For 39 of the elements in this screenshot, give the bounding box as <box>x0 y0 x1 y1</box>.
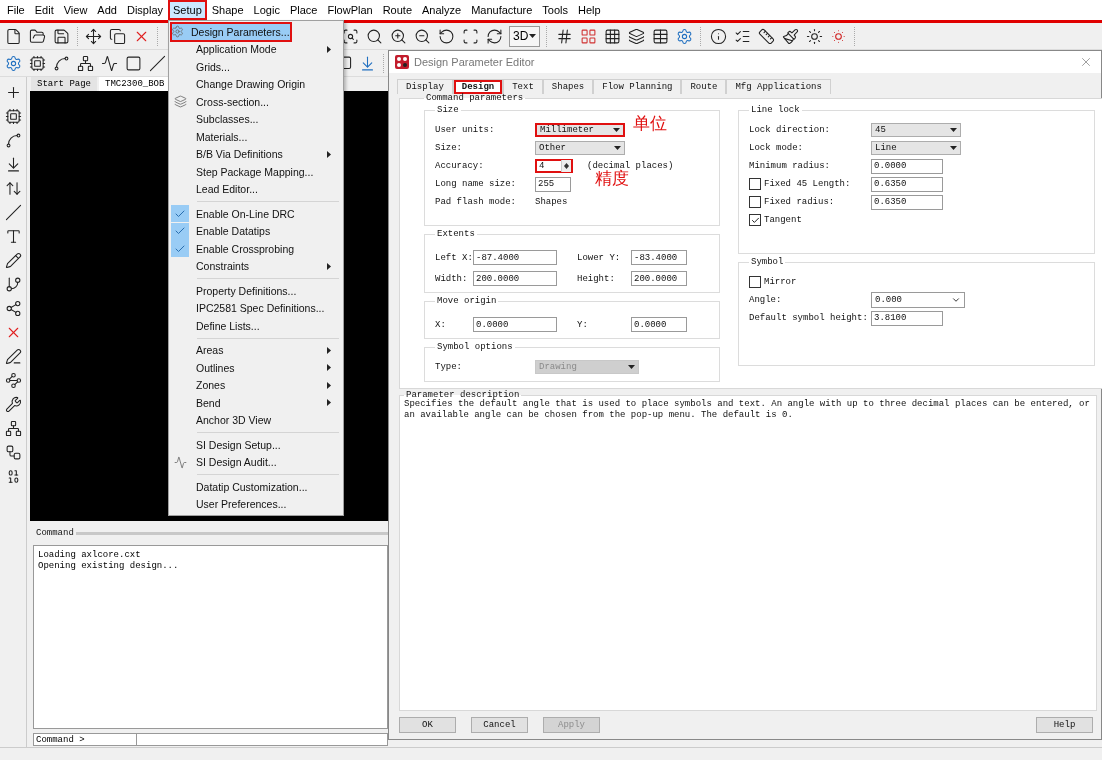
group-title: Size <box>436 106 460 114</box>
field-label: User units: <box>435 125 496 135</box>
field-label: Long name size: <box>435 179 517 189</box>
console-line: Opening existing design... <box>38 561 180 572</box>
unit-hint: (decimal places) <box>587 161 674 171</box>
group-title: Extents <box>436 230 476 238</box>
field-label: Lock direction: <box>749 125 831 135</box>
section-title: Command parameters <box>425 94 525 102</box>
panel-title: Command <box>36 528 74 538</box>
field-label: Accuracy: <box>435 161 485 171</box>
section-title: Parameter description <box>406 391 521 399</box>
checkbox-label: Tangent <box>764 215 802 225</box>
field-label: Height: <box>577 273 616 284</box>
field-label: Type: <box>435 362 463 372</box>
field-label: Y: <box>577 319 589 330</box>
field-label: X: <box>435 319 447 330</box>
console-line: Loading axlcore.cxt <box>38 550 142 561</box>
field-label: Angle: <box>749 295 783 305</box>
field-label: Width: <box>435 273 469 284</box>
field-label: Lower Y: <box>577 252 622 263</box>
command-prompt: Command > <box>33 733 137 746</box>
annotation-note: 精度 <box>595 168 629 190</box>
field-label: Size: <box>435 143 463 153</box>
checkbox-label: Fixed 45 Length: <box>764 179 851 189</box>
group-title: Symbol options <box>436 343 514 351</box>
group-title: Move origin <box>436 297 498 305</box>
field-label: Lock mode: <box>749 143 804 153</box>
field-label: Minimum radius: <box>749 161 831 171</box>
field-label: Left X: <box>435 252 473 263</box>
group-title: Line lock <box>750 106 801 114</box>
checkbox-label: Mirror <box>764 277 797 287</box>
description-text: Specifies the default angle that is used to place symbols and text. An angle with up to three decimal places can be entered, or an available angle can be chosen from the pop-up menu. The default is 0. <box>404 399 1091 421</box>
group-title: Symbol <box>750 258 785 266</box>
field-value: Shapes <box>535 197 568 207</box>
field-label: Default symbol height: <box>749 313 869 323</box>
field-label: Pad flash mode: <box>435 197 517 207</box>
checkbox-label: Fixed radius: <box>764 197 835 207</box>
window-title: Design Parameter Editor <box>414 56 536 68</box>
annotation-note: 单位 <box>633 112 667 135</box>
